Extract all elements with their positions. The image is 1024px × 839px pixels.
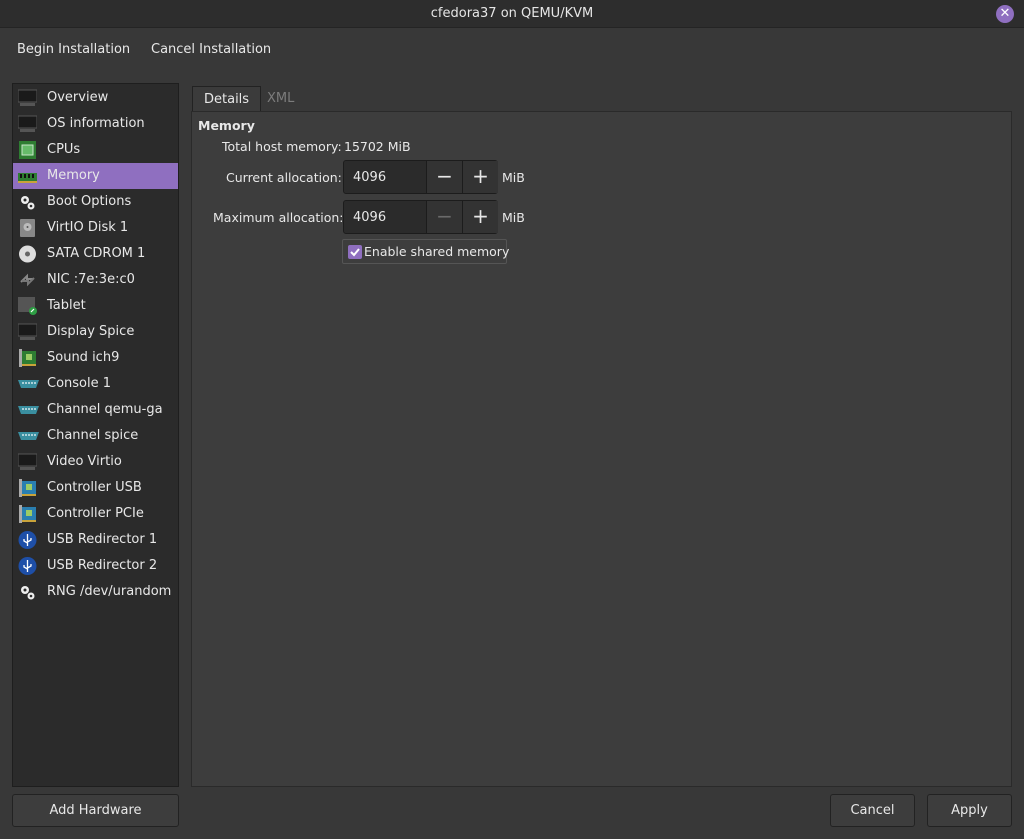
sidebar-item-channel-spice[interactable]: Channel spice [13,423,178,449]
sidebar-item-usb-redirector-1[interactable]: USB Redirector 1 [13,527,178,553]
serial-port-icon [18,401,39,419]
sidebar-item-label: Display Spice [47,324,135,339]
checkbox-checked-icon [348,245,362,259]
total-host-memory-label: Total host memory: [222,139,342,154]
menu-bar: Begin Installation Cancel Installation [0,28,1024,72]
serial-port-icon [18,427,39,445]
cdrom-icon [18,245,37,263]
controller-card-icon [18,479,37,497]
sidebar-item-label: SATA CDROM 1 [47,246,146,261]
maximum-allocation-increment-button[interactable]: + [462,201,498,233]
sidebar-item-label: NIC :7e:3e:c0 [47,272,135,287]
cancel-installation-button[interactable]: Cancel Installation [151,42,271,57]
sidebar-item-label: Controller PCIe [47,506,144,521]
maximum-allocation-label: Maximum allocation: [213,210,344,225]
current-allocation-unit: MiB [502,170,525,185]
maximum-allocation-spinner: − + [343,200,498,234]
sidebar-item-label: RNG /dev/urandom [47,584,172,599]
sidebar-item-label: USB Redirector 2 [47,558,158,573]
section-title: Memory [198,118,255,133]
sidebar-item-console[interactable]: Console 1 [13,371,178,397]
cancel-button[interactable]: Cancel [830,794,915,827]
sidebar-item-controller-usb[interactable]: Controller USB [13,475,178,501]
sidebar-item-label: Channel qemu-ga [47,402,163,417]
sidebar-item-usb-redirector-2[interactable]: USB Redirector 2 [13,553,178,579]
sidebar-item-label: OS information [47,116,145,131]
sidebar-item-label: Sound ich9 [47,350,120,365]
network-icon [18,271,37,289]
monitor-icon [18,453,37,471]
current-allocation-input[interactable] [344,161,426,193]
add-hardware-button[interactable]: Add Hardware [12,794,179,827]
close-icon: ✕ [999,6,1011,21]
maximum-allocation-decrement-button[interactable]: − [426,201,462,233]
sidebar-item-label: Memory [47,168,100,183]
current-allocation-label: Current allocation: [226,170,342,185]
maximum-allocation-input[interactable] [344,201,426,233]
memory-details-panel: Memory Total host memory: 15702 MiB Curr… [191,111,1012,787]
sidebar-item-controller-pcie[interactable]: Controller PCIe [13,501,178,527]
sidebar-item-nic[interactable]: NIC :7e:3e:c0 [13,267,178,293]
plus-icon: + [472,204,489,228]
sidebar-item-label: Controller USB [47,480,142,495]
sidebar-item-sata-cdrom[interactable]: SATA CDROM 1 [13,241,178,267]
current-allocation-spinner: − + [343,160,498,194]
gears-icon [18,193,37,211]
sidebar-item-sound[interactable]: Sound ich9 [13,345,178,371]
serial-port-icon [18,375,39,393]
hardware-list: Overview OS information CPUs Memory Boot… [12,83,179,787]
sound-card-icon [18,349,37,367]
enable-shared-memory-checkbox[interactable]: Enable shared memory [342,239,510,264]
monitor-icon [18,323,37,341]
disk-icon [18,219,37,237]
close-window-button[interactable]: ✕ [996,5,1014,23]
sidebar-item-label: CPUs [47,142,81,157]
sidebar-item-label: Console 1 [47,376,112,391]
apply-button[interactable]: Apply [927,794,1012,827]
sidebar-item-label: Tablet [47,298,86,313]
begin-installation-button[interactable]: Begin Installation [17,42,130,57]
minus-icon: − [436,164,453,188]
maximum-allocation-unit: MiB [502,210,525,225]
plus-icon: + [472,164,489,188]
sidebar-item-rng[interactable]: RNG /dev/urandom [13,579,178,605]
tab-details[interactable]: Details [192,86,262,112]
usb-icon [18,531,37,549]
sidebar-item-label: USB Redirector 1 [47,532,158,547]
sidebar-item-display-spice[interactable]: Display Spice [13,319,178,345]
sidebar-item-boot-options[interactable]: Boot Options [13,189,178,215]
controller-card-icon [18,505,37,523]
sidebar-item-cpus[interactable]: CPUs [13,137,178,163]
usb-icon [18,557,37,575]
enable-shared-memory-label: Enable shared memory [364,244,510,259]
sidebar-item-channel-qemu-ga[interactable]: Channel qemu-ga [13,397,178,423]
minus-icon: − [436,204,453,228]
gears-icon [18,583,37,601]
sidebar-item-label: Video Virtio [47,454,122,469]
cpu-icon [18,141,37,159]
monitor-icon [18,115,37,133]
tab-xml[interactable]: XML [256,86,305,112]
sidebar-item-tablet[interactable]: Tablet [13,293,178,319]
window-title: cfedora37 on QEMU/KVM [430,6,594,21]
sidebar-item-label: Boot Options [47,194,132,209]
sidebar-item-label: VirtIO Disk 1 [47,220,129,235]
current-allocation-decrement-button[interactable]: − [426,161,462,193]
memory-icon [18,167,37,185]
tablet-icon [18,297,37,315]
sidebar-item-memory[interactable]: Memory [13,163,178,189]
sidebar-item-label: Overview [47,90,109,105]
sidebar-item-overview[interactable]: Overview [13,85,178,111]
sidebar-item-virtio-disk[interactable]: VirtIO Disk 1 [13,215,178,241]
sidebar-item-os-information[interactable]: OS information [13,111,178,137]
sidebar-item-label: Channel spice [47,428,139,443]
monitor-icon [18,89,37,107]
title-bar: cfedora37 on QEMU/KVM ✕ [0,0,1024,28]
sidebar-item-video-virtio[interactable]: Video Virtio [13,449,178,475]
total-host-memory-value: 15702 MiB [344,139,411,154]
current-allocation-increment-button[interactable]: + [462,161,498,193]
